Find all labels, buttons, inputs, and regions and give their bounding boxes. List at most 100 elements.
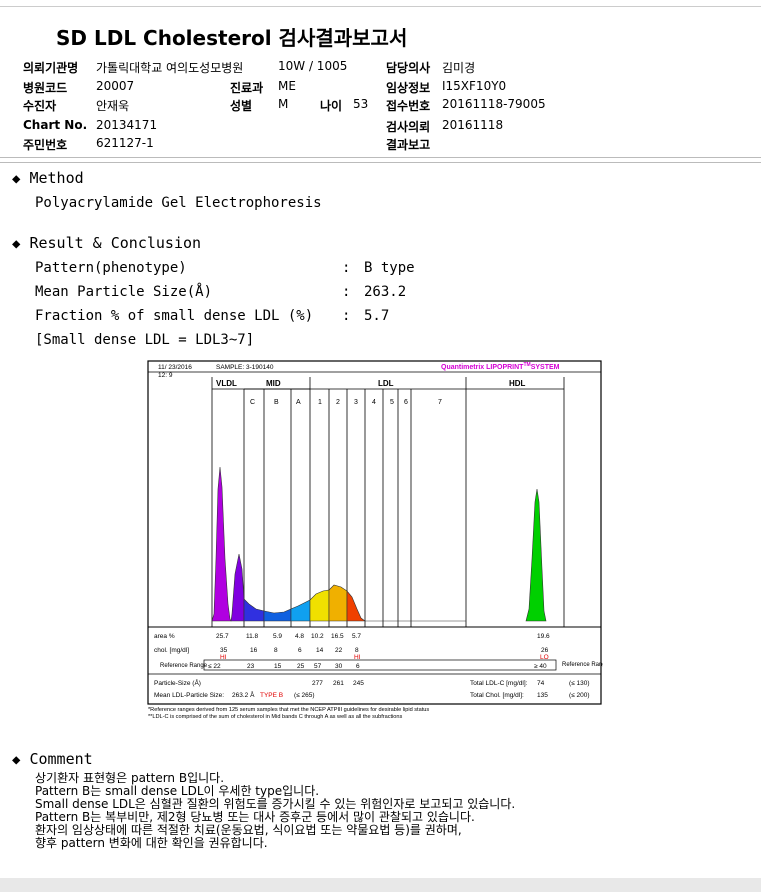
chol-3: 8 [355, 647, 359, 654]
total-chol-value: 135 [537, 692, 548, 699]
bottom-bar [0, 878, 761, 892]
band-label-1: 1 [318, 399, 322, 406]
ref-range-label-right: Reference Range [562, 662, 603, 668]
region-label-vldl: VLDL [216, 379, 237, 388]
comment-heading: ◆ Comment [12, 750, 93, 768]
method-heading-text: Method [29, 169, 84, 187]
chol-c: 16 [250, 647, 258, 654]
institution-value: 가톨릭대학교 여의도성모병원 [96, 61, 244, 75]
chol-1: 14 [316, 647, 324, 654]
chol-2: 22 [335, 647, 343, 654]
ref-3: 6 [356, 663, 360, 670]
clinical-value: I15XF10Y0 [442, 79, 507, 93]
age-label: 나이 [320, 99, 343, 113]
result-heading-text: Result & Conclusion [29, 234, 202, 252]
result-colon: : [342, 260, 351, 276]
diamond-bullet-icon: ◆ [12, 752, 21, 768]
ldl3-fill [328, 584, 348, 622]
band-label-a: A [296, 399, 301, 406]
total-ldl-ref: (≤ 130) [569, 680, 590, 687]
particle-size-2: 261 [333, 680, 344, 687]
method-heading: ◆ Method [12, 169, 84, 187]
dept-label: 진료과 [230, 81, 264, 95]
mean-size-value: 263.2 Å [232, 690, 255, 699]
band-label-4: 4 [372, 399, 376, 406]
ward-value: 10W / 1005 [278, 59, 348, 73]
area-3: 5.7 [352, 633, 361, 640]
result-note: [Small dense LDL = LDL3~7] [35, 332, 255, 348]
band-label-b: B [274, 399, 279, 406]
area-2: 16.5 [331, 633, 344, 640]
total-chol-ref: (≤ 200) [569, 692, 590, 699]
age-value: 53 [353, 97, 369, 111]
report-title: SD LDL Cholesterol 검사결과보고서 [56, 26, 408, 50]
id-label: 주민번호 [23, 138, 68, 152]
ref-vldl: ≤ 22 [208, 663, 221, 670]
ref-c: 23 [247, 663, 255, 670]
total-chol-label: Total Chol. [mg/dl]: [470, 692, 524, 699]
accession-label: 접수번호 [386, 99, 431, 113]
patient-value: 안재욱 [96, 99, 130, 113]
particle-size-1: 277 [312, 680, 323, 687]
request-value: 20161118 [442, 118, 504, 132]
region-label-ldl: LDL [378, 379, 394, 388]
total-ldl-label: Total LDL-C [mg/dl]: [470, 680, 528, 687]
result-colon: : [342, 308, 351, 324]
particle-size-label: Particle-Size (Å) [154, 678, 201, 687]
dept-value: ME [278, 79, 296, 93]
sex-value: M [278, 97, 289, 111]
patient-label: 수진자 [23, 99, 57, 113]
comment-heading-text: Comment [29, 750, 93, 768]
chart-no-value: 20134171 [96, 118, 158, 132]
header-divider [0, 157, 761, 158]
sex-label: 성별 [230, 99, 253, 113]
chol-b: 8 [274, 647, 278, 654]
comment-body: 상기환자 표현형은 pattern B입니다. Pattern B는 small… [35, 772, 515, 850]
total-ldl-value: 74 [537, 680, 545, 687]
mean-size-label: Mean LDL-Particle Size: [154, 692, 224, 699]
band-label-3: 3 [354, 399, 358, 406]
accession-value: 20161118-79005 [442, 97, 546, 111]
area-row-label: area % [154, 633, 175, 640]
mean-size-type: TYPE B [260, 692, 283, 699]
result-colon: : [342, 284, 351, 300]
result-heading: ◆ Result & Conclusion [12, 234, 201, 252]
ref-b: 15 [274, 663, 282, 670]
band-label-5: 5 [390, 399, 394, 406]
chol-hdl: 26 [541, 647, 549, 654]
footnote-1: *Reference ranges derived from 125 serum… [148, 707, 429, 713]
chol-a: 6 [298, 647, 302, 654]
ref-2: 30 [335, 663, 343, 670]
ref-hdl: ≥ 40 [534, 663, 547, 670]
doctor-label: 담당의사 [386, 61, 431, 75]
request-label: 검사의뢰 [386, 120, 431, 134]
report-date-label: 결과보고 [386, 138, 431, 152]
ref-1: 57 [314, 663, 322, 670]
chart-date: 11/ 23/2016 [158, 364, 192, 371]
comment-line: 향후 pattern 변화에 대한 확인을 권유합니다. [35, 836, 268, 850]
area-1: 10.2 [311, 633, 324, 640]
chart-no-label: Chart No. [23, 118, 88, 132]
ref-a: 25 [297, 663, 305, 670]
area-hdl: 19.6 [537, 633, 550, 640]
hospital-code-label: 병원코드 [23, 81, 68, 95]
area-c: 11.8 [246, 633, 259, 640]
result-value-pattern: B type [364, 260, 415, 276]
institution-label: 의뢰기관명 [23, 61, 79, 75]
lipoprint-chart: 11/ 23/2016 12: 9 SAMPLE: 3-190140 Quant… [146, 359, 610, 720]
method-text: Polyacrylamide Gel Electrophoresis [35, 195, 322, 211]
clinical-label: 임상정보 [386, 81, 431, 95]
result-value-fraction: 5.7 [364, 308, 390, 324]
area-vldl: 25.7 [216, 633, 229, 640]
chol-row-label: chol. [mg/dl] [154, 647, 189, 654]
doctor-value: 김미경 [442, 61, 476, 75]
result-label-fraction: Fraction % of small dense LDL (%) [35, 308, 314, 324]
diamond-bullet-icon: ◆ [12, 236, 21, 252]
region-label-hdl: HDL [509, 379, 526, 388]
band-label-c: C [250, 399, 255, 406]
particle-size-3: 245 [353, 680, 364, 687]
band-label-7: 7 [438, 399, 442, 406]
hospital-code-value: 20007 [96, 79, 135, 93]
ref-row-label: Reference Range [160, 663, 208, 669]
chart-sample: SAMPLE: 3-190140 [216, 364, 274, 371]
